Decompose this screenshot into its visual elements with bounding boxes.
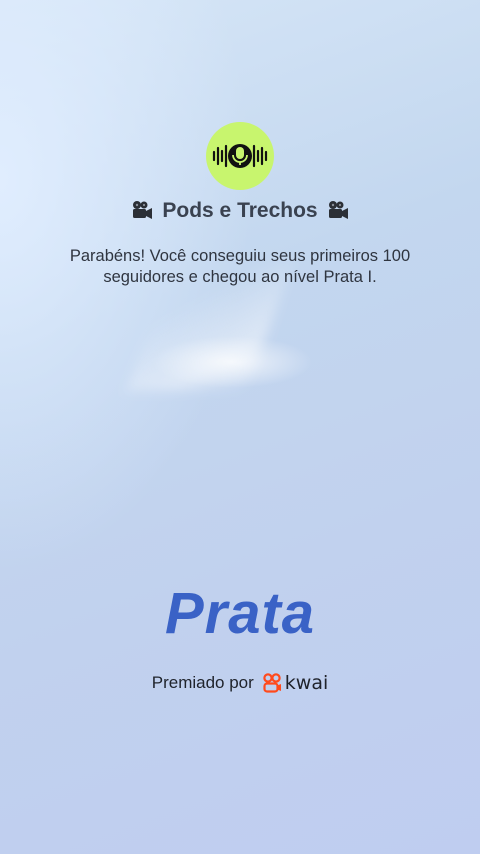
profile-name: Pods e Trechos bbox=[162, 199, 318, 222]
level-label: Prata bbox=[164, 581, 316, 646]
movie-camera-icon bbox=[328, 201, 348, 219]
congratulation-message: Parabéns! Você conseguiu seus primeiros … bbox=[69, 247, 411, 286]
kwai-brand: kwai bbox=[262, 672, 328, 694]
kwai-wordmark: kwai bbox=[284, 672, 329, 694]
kwai-logo-icon bbox=[263, 673, 281, 693]
award-credit: Premiado por kwai bbox=[0, 672, 480, 694]
movie-camera-icon bbox=[133, 201, 153, 219]
profile-avatar[interactable] bbox=[206, 122, 274, 190]
profile-title: Pods e Trechos bbox=[0, 199, 480, 223]
podcast-microphone-icon bbox=[212, 144, 268, 168]
award-prefix: Premiado por bbox=[151, 673, 254, 692]
